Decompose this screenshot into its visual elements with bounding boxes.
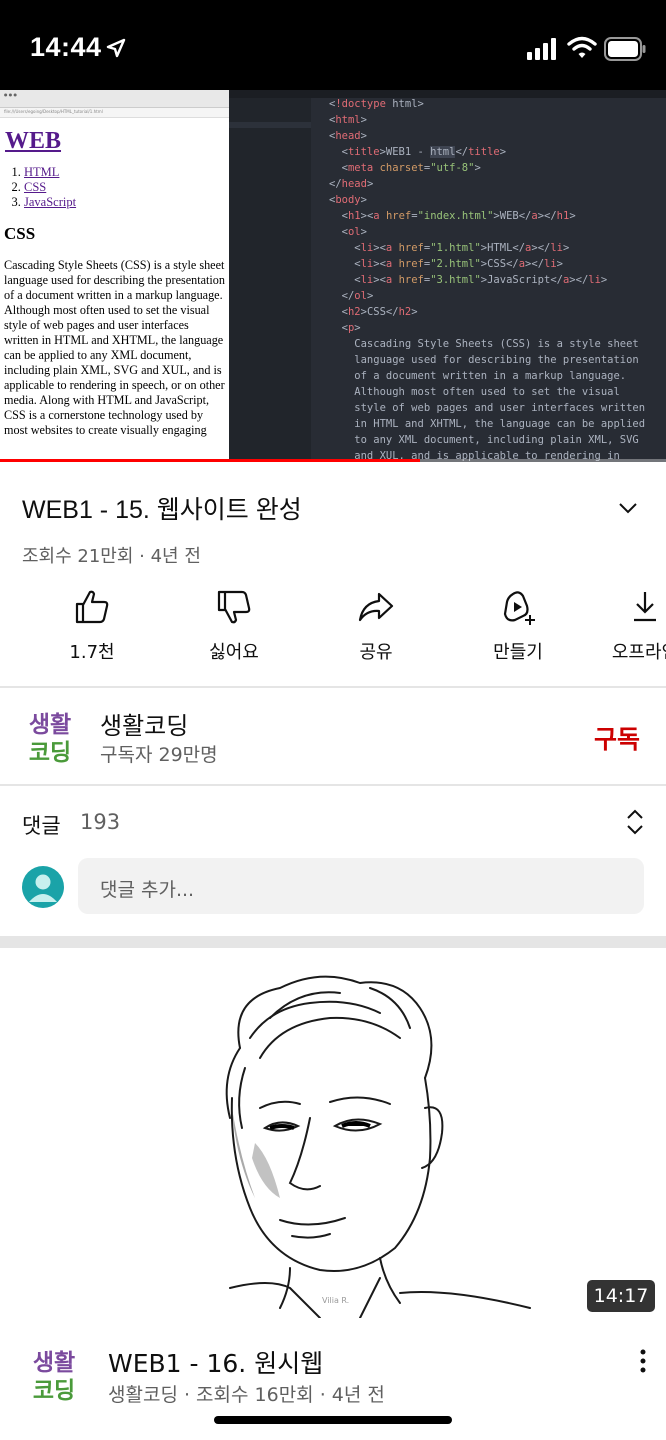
subscriber-count: 구독자 29만명 <box>100 744 218 766</box>
channel-name[interactable]: 생활코딩 <box>100 706 188 741</box>
avatar <box>22 866 64 908</box>
remix-label: 만들기 <box>493 642 543 663</box>
download-icon <box>634 592 656 622</box>
share-label: 공유 <box>359 642 393 663</box>
file-tree <box>229 90 311 462</box>
home-indicator[interactable] <box>214 1416 452 1424</box>
comments-label: 댓글 <box>22 814 61 838</box>
like-button[interactable]: 1.7천 <box>37 588 147 664</box>
duration-badge: 14:17 <box>587 1280 655 1312</box>
code-line: <!doctype html> <box>329 98 424 110</box>
chevron-down-icon[interactable] <box>614 498 642 518</box>
battery-icon <box>604 37 646 61</box>
signal-icon <box>527 38 556 60</box>
subscribe-button[interactable]: 구독 <box>594 720 640 756</box>
video-title[interactable]: WEB1 - 15. 웹사이트 완성 <box>22 490 644 526</box>
code-line: <body> <box>329 194 367 206</box>
code-line: in HTML and XHTML, the language can be a… <box>329 418 646 430</box>
comments-count: 193 <box>80 810 121 834</box>
video-browser-pane: ● ● ● file:///Users/egoing/Desktop/HTML_… <box>0 90 229 462</box>
logo-text-bottom: 코딩 <box>33 1378 75 1404</box>
thumbs-up-icon <box>75 590 109 624</box>
more-options-icon[interactable] <box>637 1348 649 1374</box>
divider <box>0 784 666 786</box>
code-line: Cascading Style Sheets (CSS) is a style … <box>329 338 639 350</box>
web-paragraph: Cascading Style Sheets (CSS) is a style … <box>4 258 225 437</box>
thumbs-down-icon <box>217 590 251 624</box>
code-line: <html> <box>329 114 367 126</box>
dislike-button[interactable]: 싫어요 <box>179 588 289 664</box>
expand-toggle-icon[interactable] <box>624 808 646 836</box>
code-editor: <!doctype html> <html> <head> <title>WEB1 … <box>329 96 645 462</box>
channel-avatar[interactable]: 생활 코딩 <box>22 706 78 766</box>
code-line: of a document written in a markup langua… <box>329 370 627 382</box>
code-line: <li><a href="1.html">HTML</a></li> <box>329 242 570 254</box>
web-link: HTML <box>24 165 60 179</box>
wifi-icon <box>567 36 597 58</box>
code-line: <li><a href="3.html">JavaScript</a></li> <box>329 274 608 286</box>
comments-section[interactable]: 댓글 193 댓글 추가... <box>0 788 666 936</box>
section-divider <box>0 936 666 948</box>
web-link-list: HTML CSS JavaScript <box>24 165 225 210</box>
code-line: <title>WEB1 - html</title> <box>329 146 507 158</box>
web-subheading: CSS <box>4 224 36 243</box>
browser-tabs: ● ● ● <box>0 90 229 108</box>
share-icon <box>358 592 394 622</box>
code-line: </head> <box>329 178 374 190</box>
code-line: <h2>CSS</h2> <box>329 306 418 318</box>
next-video-title[interactable]: WEB1 - 16. 원시웹 <box>108 1344 323 1380</box>
logo-text-bottom: 코딩 <box>29 740 71 766</box>
code-line: style of web pages and user interfaces w… <box>329 402 646 414</box>
remix-button[interactable]: 만들기 <box>463 588 573 664</box>
web-heading: WEB <box>5 128 62 154</box>
video-player[interactable]: ● ● ● file:///Users/egoing/Desktop/HTML_… <box>0 90 666 462</box>
code-line: </ol> <box>329 290 374 302</box>
progress-bar[interactable] <box>0 459 420 462</box>
code-line: <li><a href="2.html">CSS</a></li> <box>329 258 563 270</box>
next-video-thumbnail[interactable]: Vilia R. <box>0 948 666 1322</box>
video-meta: 조회수 21만회 · 4년 전 <box>22 546 201 567</box>
status-time: 14:44 <box>30 32 102 62</box>
channel-row[interactable]: 생활 코딩 생활코딩 구독자 29만명 구독 <box>0 690 666 784</box>
code-line: <h1><a href="index.html">WEB</a></h1> <box>329 210 576 222</box>
code-line: to any XML document, including plain XML… <box>329 434 639 446</box>
portrait-illustration <box>225 975 531 1318</box>
divider <box>0 686 666 688</box>
web-link: CSS <box>24 180 47 194</box>
code-line: <p> <box>329 322 361 334</box>
download-label: 오프라인 <box>611 642 666 663</box>
action-bar: 1.7천 싫어요 공유 만들기 오프라인 <box>0 588 666 668</box>
like-count: 1.7천 <box>69 642 115 663</box>
download-button[interactable]: 오프라인 <box>590 588 666 664</box>
code-line: Although most often used to set the visu… <box>329 386 620 398</box>
status-bar: 14:44 <box>0 0 666 90</box>
web-link: JavaScript <box>24 195 77 209</box>
dislike-label: 싫어요 <box>209 642 259 663</box>
thumbnail-credit: Vilia R. <box>322 1296 350 1305</box>
code-line: <head> <box>329 130 367 142</box>
video-title-area[interactable]: WEB1 - 15. 웹사이트 완성 조회수 21만회 · 4년 전 <box>22 490 644 568</box>
logo-text-top: 생활 <box>29 712 71 738</box>
code-line: <ol> <box>329 226 367 238</box>
video-editor-pane: <!doctype html> <html> <head> <title>WEB1 … <box>229 90 666 462</box>
remix-icon <box>503 591 535 625</box>
next-video-meta: 생활코딩 · 조회수 16만회 · 4년 전 <box>108 1384 385 1406</box>
browser-address: file:///Users/egoing/Desktop/HTML_tutori… <box>0 108 229 118</box>
logo-text-top: 생활 <box>33 1350 75 1376</box>
comment-input[interactable]: 댓글 추가... <box>78 858 644 914</box>
channel-avatar[interactable]: 생활 코딩 <box>26 1344 82 1404</box>
code-line: <meta charset="utf-8"> <box>329 162 481 174</box>
location-arrow-icon <box>106 38 126 58</box>
share-button[interactable]: 공유 <box>321 588 431 664</box>
code-line: language used for describing the present… <box>329 354 639 366</box>
